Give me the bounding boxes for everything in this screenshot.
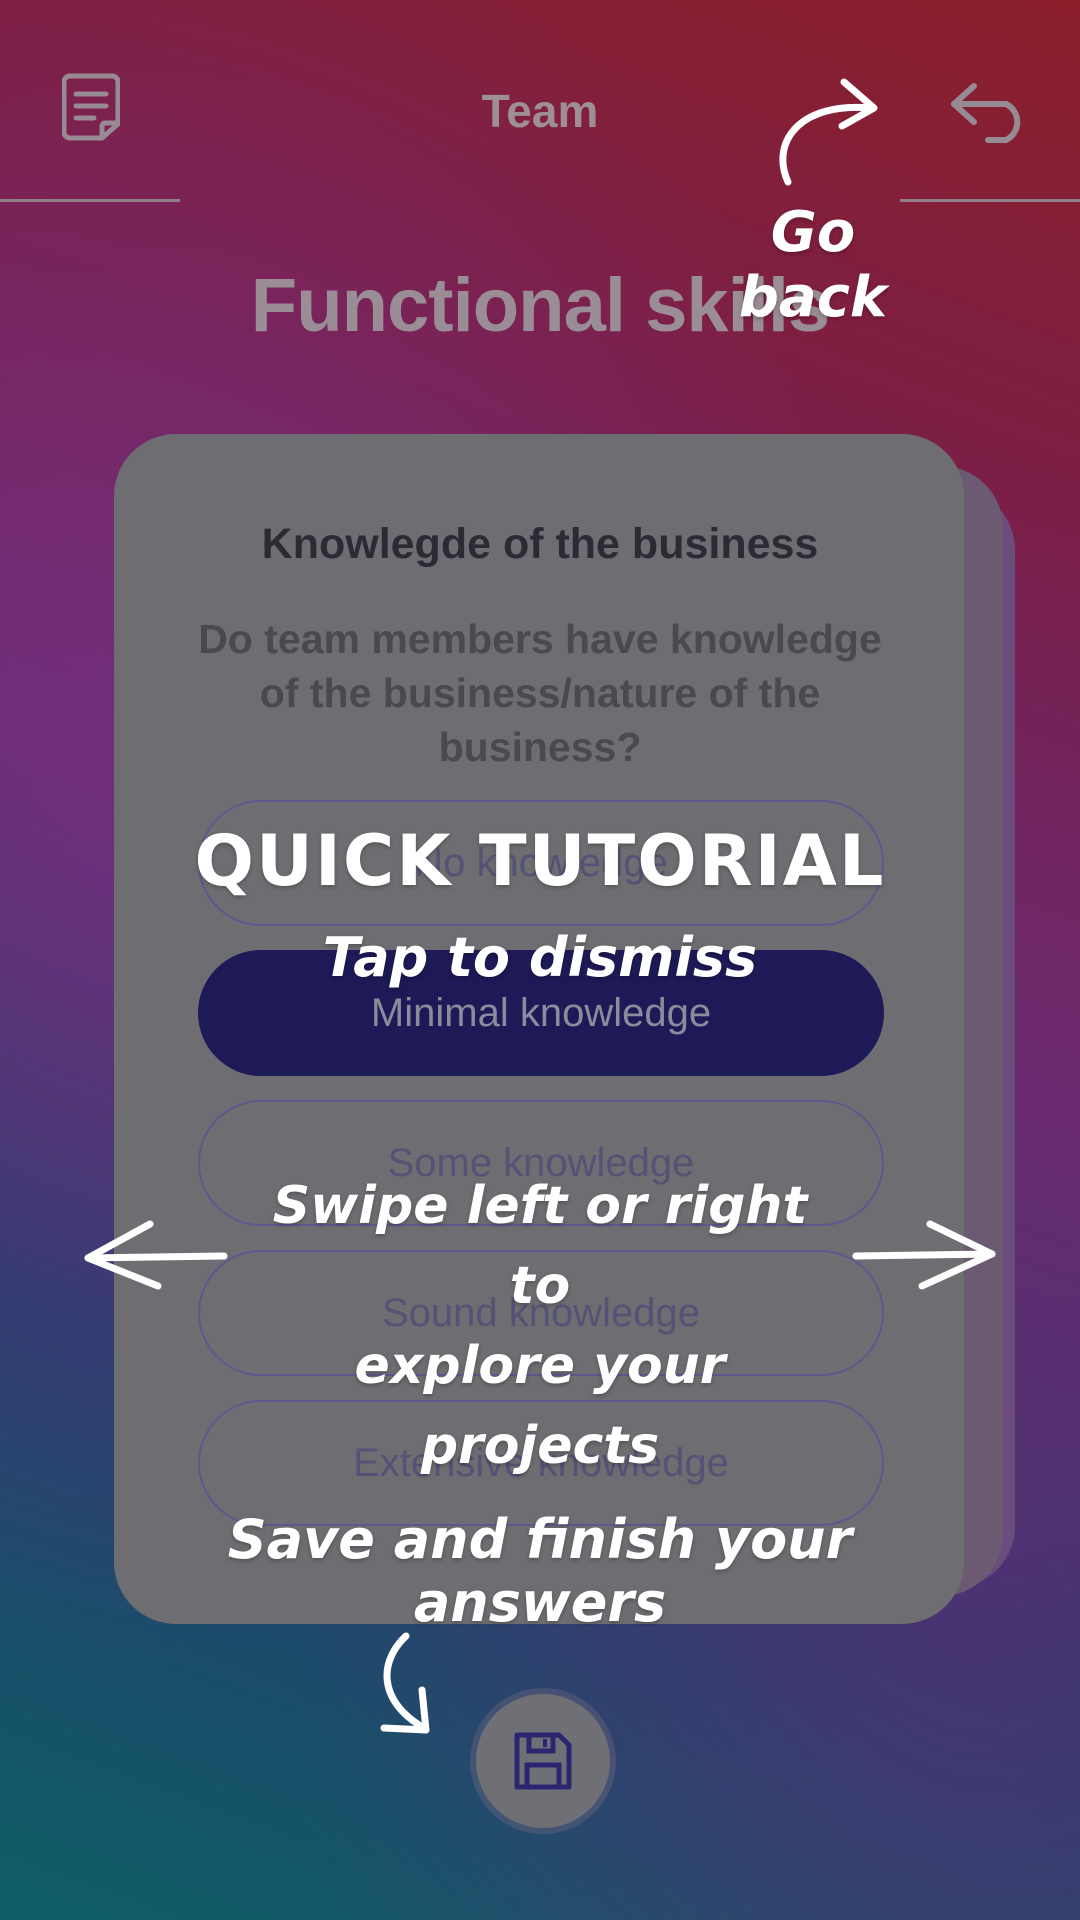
- curved-down-arrow-icon: [380, 1632, 430, 1734]
- arrow-right-icon: [852, 1220, 996, 1290]
- tutorial-swipe-line2: explore your projects: [354, 1336, 726, 1476]
- tutorial-swipe-line1: Swipe left or right to: [272, 1176, 808, 1316]
- tutorial-go-back-hint: Go back: [738, 200, 888, 330]
- tutorial-dismiss-hint: Tap to dismiss: [322, 926, 758, 989]
- tutorial-save-hint: Save and finish your answers: [227, 1508, 853, 1634]
- tutorial-swipe-hint: Swipe left or right to explore your proj…: [270, 1166, 810, 1486]
- tutorial-overlay[interactable]: QUICK TUTORIAL Tap to dismiss Go back Sw…: [0, 0, 1080, 1920]
- arrow-left-icon: [84, 1220, 228, 1290]
- tutorial-title: QUICK TUTORIAL: [194, 820, 886, 902]
- curved-arrow-icon: [779, 78, 878, 186]
